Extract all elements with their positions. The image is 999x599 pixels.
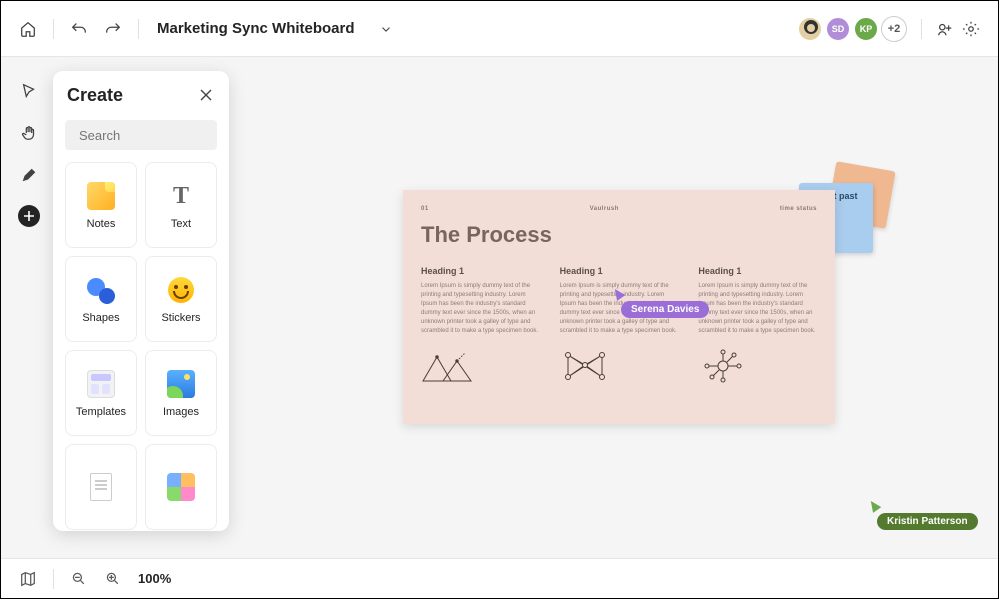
diagram-hub-icon <box>698 346 817 386</box>
close-icon[interactable] <box>199 88 215 104</box>
slide-body-1: Lorem Ipsum is simply dummy text of the … <box>421 282 540 336</box>
slide-heading-3: Heading 1 <box>698 266 817 276</box>
create-shapes[interactable]: Shapes <box>65 256 137 342</box>
template-icon <box>85 368 117 400</box>
sticker-icon <box>165 274 197 306</box>
avatar-user-2[interactable]: SD <box>825 16 851 42</box>
image-icon <box>165 368 197 400</box>
remote-cursor-kristin: Kristin Patterson <box>869 500 978 530</box>
home-icon[interactable] <box>19 20 37 38</box>
create-stickers[interactable]: Stickers <box>145 256 217 342</box>
slide-heading-1: Heading 1 <box>421 266 540 276</box>
pen-tool-icon[interactable] <box>17 163 41 187</box>
gear-icon[interactable] <box>962 20 980 38</box>
note-icon <box>85 180 117 212</box>
create-panel: Create Notes T Text Shapes <box>53 71 229 531</box>
top-bar: Marketing Sync Whiteboard SD KP +2 <box>1 1 998 57</box>
create-templates[interactable]: Templates <box>65 350 137 436</box>
search-input[interactable] <box>65 120 217 150</box>
zoom-out-icon[interactable] <box>70 570 88 588</box>
panel-title: Create <box>67 85 123 106</box>
add-button[interactable] <box>18 205 40 227</box>
avatar-user-3[interactable]: KP <box>853 16 879 42</box>
slide-heading-2: Heading 1 <box>560 266 679 276</box>
bottom-bar: 100% <box>1 558 998 598</box>
chevron-down-icon[interactable] <box>377 20 395 38</box>
cursor-icon <box>867 498 882 513</box>
redo-icon[interactable] <box>104 20 122 38</box>
document-icon <box>85 471 117 503</box>
slide-page-number: 01 <box>421 206 429 212</box>
slide-brand: Vaulrush <box>590 206 619 212</box>
diagram-triangles-icon <box>421 346 540 386</box>
cursor-icon <box>611 286 626 301</box>
slide-body-3: Lorem Ipsum is simply dummy text of the … <box>698 282 817 336</box>
create-images[interactable]: Images <box>145 350 217 436</box>
create-documents[interactable] <box>65 444 137 530</box>
remote-cursor-serena: Serena Davies <box>613 288 709 318</box>
board-title[interactable]: Marketing Sync Whiteboard <box>157 20 355 37</box>
text-icon: T <box>165 180 197 212</box>
avatar-overflow[interactable]: +2 <box>881 16 907 42</box>
undo-icon[interactable] <box>70 20 88 38</box>
avatar-user-1[interactable] <box>797 16 823 42</box>
table-icon <box>165 471 197 503</box>
slide-corner: time status <box>780 206 817 212</box>
zoom-level[interactable]: 100% <box>138 571 171 586</box>
diagram-network-icon <box>560 346 679 386</box>
slide-title: The Process <box>421 222 817 248</box>
create-text[interactable]: T Text <box>145 162 217 248</box>
minimap-icon[interactable] <box>19 570 37 588</box>
share-icon[interactable] <box>936 20 954 38</box>
shapes-icon <box>85 274 117 306</box>
create-tables[interactable] <box>145 444 217 530</box>
tool-rail <box>1 57 57 558</box>
zoom-in-icon[interactable] <box>104 570 122 588</box>
select-tool-icon[interactable] <box>17 79 41 103</box>
pan-tool-icon[interactable] <box>17 121 41 145</box>
create-notes[interactable]: Notes <box>65 162 137 248</box>
